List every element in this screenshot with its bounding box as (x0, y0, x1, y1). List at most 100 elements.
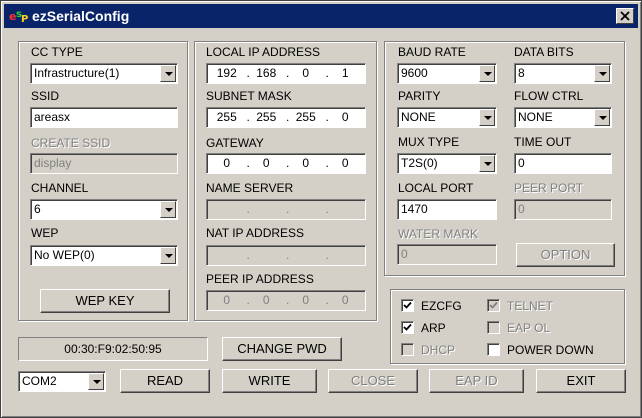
flow-ctrl-label: FLOW CTRL (514, 89, 584, 103)
write-button[interactable]: WRITE (222, 369, 317, 393)
ezserialconfig-window: e s P ezSerialConfig CC TYPE Infrastruct… (0, 0, 642, 418)
baud-rate-value: 9600 (401, 66, 428, 80)
ip-octet (247, 200, 287, 219)
close-button-bottom: CLOSE (328, 369, 418, 393)
ssid-label: SSID (31, 89, 60, 103)
ssid-input[interactable]: areasx (30, 107, 178, 128)
mac-address-display: 00:30:F9:02:50:95 (18, 337, 208, 361)
telnet-label: TELNET (507, 299, 554, 313)
mux-type-value: T2S(0) (401, 156, 438, 170)
checkmark-icon (489, 301, 498, 309)
local-port-value: 1470 (401, 202, 428, 216)
ip-octet[interactable]: 0 (286, 154, 326, 173)
data-bits-select[interactable]: 8 (514, 63, 612, 84)
cc-type-label: CC TYPE (31, 45, 83, 59)
ip-octet[interactable]: 192 (207, 64, 247, 83)
ip-octet[interactable]: 255 (207, 108, 247, 127)
com-port-select[interactable]: COM2 (18, 371, 106, 392)
dhcp-label: DHCP (421, 343, 456, 357)
baud-rate-label: BAUD RATE (398, 45, 466, 59)
change-pwd-button[interactable]: CHANGE PWD (222, 337, 342, 361)
ssid-value: areasx (34, 110, 71, 124)
power-down-checkbox[interactable] (487, 343, 500, 356)
ip-octet[interactable]: 0 (286, 64, 326, 83)
chevron-down-icon[interactable] (160, 247, 176, 264)
local-port-label: LOCAL PORT (398, 181, 474, 195)
water-mark-value: 0 (401, 247, 408, 261)
flow-ctrl-value: NONE (518, 110, 553, 124)
arp-checkbox[interactable] (401, 321, 414, 334)
eap-ol-checkbox (487, 321, 500, 334)
local-port-input[interactable]: 1470 (397, 199, 497, 220)
exit-button[interactable]: EXIT (536, 369, 626, 393)
peer-ip-input: 0. 0. 0. 0 (206, 290, 366, 311)
chevron-down-icon[interactable] (479, 109, 495, 126)
ip-octet[interactable]: 0 (326, 154, 366, 173)
ip-octet[interactable]: 0 (326, 108, 366, 127)
mux-type-select[interactable]: T2S(0) (397, 153, 497, 174)
power-down-label[interactable]: POWER DOWN (507, 343, 594, 357)
flow-ctrl-select[interactable]: NONE (514, 107, 612, 128)
chevron-down-icon[interactable] (594, 65, 610, 82)
close-button[interactable] (616, 8, 634, 24)
gateway-input[interactable]: 0. 0. 0. 0 (206, 153, 366, 174)
nat-ip-input: . . . (206, 245, 366, 266)
chevron-down-icon[interactable] (160, 201, 176, 218)
water-mark-input: 0 (397, 244, 497, 265)
name-server-input: . . . (206, 199, 366, 220)
chevron-down-icon[interactable] (160, 65, 176, 82)
ip-octet (286, 200, 326, 219)
checkmark-icon (403, 301, 412, 309)
ip-octet (286, 246, 326, 265)
data-bits-value: 8 (518, 66, 525, 80)
ip-octet[interactable]: 1 (326, 64, 366, 83)
channel-select[interactable]: 6 (30, 199, 178, 220)
baud-rate-select[interactable]: 9600 (397, 63, 497, 84)
ip-octet (247, 246, 287, 265)
chevron-down-icon[interactable] (479, 155, 495, 172)
peer-port-value: 0 (518, 202, 525, 216)
mux-type-label: MUX TYPE (398, 135, 460, 149)
ip-octet[interactable]: 255 (286, 108, 326, 127)
subnet-mask-input[interactable]: 255. 255. 255. 0 (206, 107, 366, 128)
ip-octet (207, 200, 247, 219)
arp-label[interactable]: ARP (421, 321, 446, 335)
parity-select[interactable]: NONE (397, 107, 497, 128)
telnet-checkbox (487, 299, 500, 312)
checkmark-icon (403, 323, 412, 331)
ezcfg-checkbox[interactable] (401, 299, 414, 312)
nat-ip-label: NAT IP ADDRESS (206, 226, 305, 240)
gateway-label: GATEWAY (206, 136, 264, 150)
ip-octet[interactable]: 0 (247, 154, 287, 173)
ezcfg-label[interactable]: EZCFG (421, 299, 462, 313)
time-out-input[interactable]: 0 (514, 153, 612, 174)
channel-value: 6 (34, 202, 41, 216)
create-ssid-label: CREATE SSID (31, 136, 111, 150)
chevron-down-icon[interactable] (88, 373, 104, 390)
eap-id-button: EAP ID (429, 369, 524, 393)
peer-port-input: 0 (514, 199, 612, 220)
title-bar[interactable]: e s P ezSerialConfig (4, 4, 638, 28)
cc-type-select[interactable]: Infrastructure(1) (30, 63, 178, 84)
create-ssid-input: display (30, 153, 178, 174)
local-ip-input[interactable]: 192. 168. 0. 1 (206, 63, 366, 84)
close-icon (620, 11, 630, 21)
svg-text:P: P (21, 14, 28, 25)
chevron-down-icon[interactable] (594, 109, 610, 126)
read-button[interactable]: READ (120, 369, 210, 393)
eap-ol-label: EAP OL (507, 321, 551, 335)
data-bits-label: DATA BITS (514, 45, 574, 59)
chevron-down-icon[interactable] (479, 65, 495, 82)
dhcp-checkbox (401, 343, 414, 356)
wep-key-button[interactable]: WEP KEY (40, 289, 170, 313)
ip-octet: 0 (302, 293, 310, 307)
parity-value: NONE (401, 110, 436, 124)
wep-select[interactable]: No WEP(0) (30, 245, 178, 266)
ip-octet[interactable]: 0 (207, 154, 247, 173)
peer-port-label: PEER PORT (514, 181, 584, 195)
ip-octet: 0 (223, 293, 231, 307)
ip-octet (326, 246, 366, 265)
subnet-mask-label: SUBNET MASK (206, 89, 292, 103)
ip-octet[interactable]: 255 (247, 108, 287, 127)
ip-octet[interactable]: 168 (247, 64, 287, 83)
